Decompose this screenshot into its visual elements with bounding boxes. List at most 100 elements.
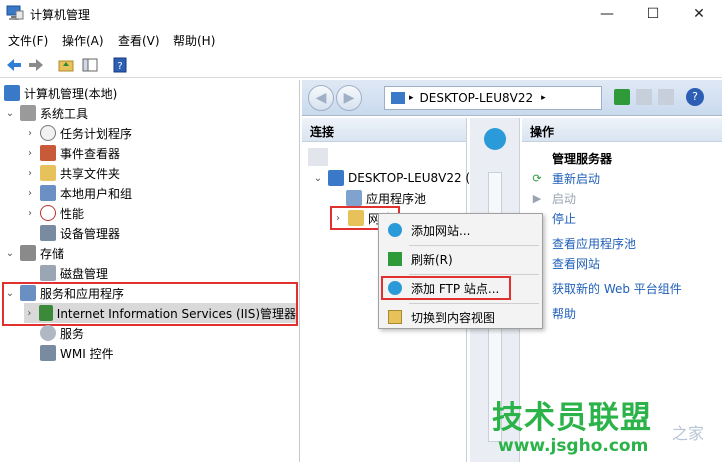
- tree-shared-folders[interactable]: › 共享文件夹: [24, 163, 120, 183]
- action-restart-label: 重新启动: [552, 172, 601, 186]
- back-arrow-icon: ◀: [315, 90, 327, 106]
- expand-down-icon: ⌄: [5, 287, 15, 299]
- clock-icon: [40, 125, 56, 141]
- expand-right-icon: ›: [28, 167, 32, 179]
- tree-root[interactable]: 计算机管理(本地): [4, 83, 117, 103]
- wmi-icon: [40, 345, 56, 361]
- tree-services[interactable]: 服务: [40, 323, 84, 343]
- watermark-url: www.jsgho.com: [498, 436, 649, 456]
- watermark-tail: 之家: [672, 424, 705, 443]
- performance-icon: [40, 205, 56, 221]
- menu-view[interactable]: 查看(V): [118, 32, 160, 49]
- menu-file[interactable]: 文件(F): [8, 32, 48, 49]
- menu-bar: 文件(F) 操作(A) 查看(V) 帮助(H): [0, 30, 722, 50]
- iis-address-box[interactable]: ▸ DESKTOP-LEU8V22 ▸: [384, 86, 602, 110]
- tree-iis-manager[interactable]: › Internet Information Services (IIS)管理器: [24, 303, 296, 323]
- tree-local-users-label: 本地用户和组: [60, 186, 133, 201]
- svg-text:?: ?: [117, 61, 122, 72]
- help-book-icon: ?: [113, 57, 127, 73]
- tree-system-tools[interactable]: ⌄ 系统工具: [4, 103, 88, 123]
- tree-services-apps[interactable]: ⌄ 服务和应用程序: [4, 283, 124, 303]
- action-stop-label: 停止: [552, 212, 577, 226]
- action-help-label: 帮助: [552, 307, 577, 321]
- iis-app-pools-label: 应用程序池: [366, 191, 427, 206]
- ctx-switch-content-view[interactable]: 切换到内容视图: [379, 305, 542, 329]
- watermark-title: 技术员联盟: [492, 400, 652, 436]
- computer-management-window: 计算机管理 — ☐ ✕ 文件(F) 操作(A) 查看(V) 帮助(H) ? 计算: [0, 0, 722, 462]
- iis-address-text: DESKTOP-LEU8V22: [419, 91, 534, 105]
- device-manager-icon: [40, 225, 56, 241]
- action-start[interactable]: ▶ 启动: [530, 190, 576, 207]
- minimize-button[interactable]: —: [584, 0, 630, 28]
- maximize-button[interactable]: ☐: [630, 0, 676, 28]
- iis-server-node[interactable]: ⌄ DESKTOP-LEU8V22 (: [312, 168, 470, 188]
- action-view-sites-label: 查看网站: [552, 257, 601, 271]
- ctx-separator: [409, 274, 539, 275]
- action-restart[interactable]: ⟳ 重新启动: [530, 170, 600, 187]
- menu-help[interactable]: 帮助(H): [173, 32, 215, 49]
- close-button[interactable]: ✕: [676, 0, 722, 28]
- tree-storage[interactable]: ⌄ 存储: [4, 243, 64, 263]
- connections-header: 连接: [302, 118, 466, 142]
- ctx-refresh[interactable]: 刷新(R): [379, 247, 542, 271]
- users-icon: [40, 185, 56, 201]
- ctx-add-ftp-site[interactable]: 添加 FTP 站点...: [379, 276, 542, 300]
- title-bar: 计算机管理 — ☐ ✕: [0, 0, 722, 28]
- expand-down-icon: ⌄: [5, 107, 15, 119]
- restart-icon: ⟳: [532, 172, 542, 185]
- expand-right-icon: ›: [28, 147, 32, 159]
- help-icon[interactable]: ?: [686, 88, 704, 106]
- ctx-add-website[interactable]: 添加网站...: [379, 218, 542, 242]
- tree-local-users[interactable]: › 本地用户和组: [24, 183, 132, 203]
- help-button[interactable]: ?: [110, 55, 130, 75]
- tree-task-scheduler[interactable]: › 任务计划程序: [24, 123, 132, 143]
- close-icon: ✕: [693, 6, 705, 22]
- iis-back-button[interactable]: ◀: [308, 85, 334, 111]
- forward-button[interactable]: [26, 55, 46, 75]
- refresh-icon: [388, 252, 402, 266]
- tree-performance[interactable]: › 性能: [24, 203, 84, 223]
- tree-wmi-control-label: WMI 控件: [60, 346, 114, 361]
- back-arrow-icon: [7, 59, 21, 71]
- server-icon: [391, 92, 405, 104]
- iis-app-pools-node[interactable]: 应用程序池: [346, 188, 426, 208]
- tree-event-viewer[interactable]: › 事件查看器: [24, 143, 120, 163]
- action-view-app-pools[interactable]: 查看应用程序池: [530, 235, 636, 252]
- action-get-web-platform-label: 获取新的 Web 平台组件: [552, 282, 682, 296]
- stop-icon[interactable]: [636, 89, 652, 105]
- action-start-label: 启动: [552, 192, 577, 206]
- app-pool-icon: [346, 190, 362, 206]
- manage-server-heading: 管理服务器: [530, 150, 612, 167]
- forward-arrow-icon: ▶: [343, 90, 355, 106]
- tree-services-apps-label: 服务和应用程序: [40, 286, 125, 301]
- globe-icon: [484, 128, 506, 150]
- tree-iis-manager-label: Internet Information Services (IIS)管理器: [56, 306, 296, 321]
- tree-wmi-control[interactable]: WMI 控件: [40, 343, 114, 363]
- tree-task-scheduler-label: 任务计划程序: [60, 126, 133, 141]
- iis-icon: [38, 305, 53, 321]
- home-icon[interactable]: [658, 89, 674, 105]
- breadcrumb-sep-icon: ▸: [541, 93, 546, 103]
- computer-icon: [4, 85, 20, 101]
- toolbar: ?: [0, 52, 722, 78]
- action-view-app-pools-label: 查看应用程序池: [552, 237, 637, 251]
- folder-up-icon: [58, 60, 74, 72]
- expand-down-icon: ⌄: [5, 247, 15, 259]
- up-folder-button[interactable]: [56, 55, 76, 75]
- iis-forward-button[interactable]: ▶: [336, 85, 362, 111]
- refresh-icon[interactable]: [614, 89, 630, 105]
- menu-action[interactable]: 操作(A): [62, 32, 104, 49]
- start-icon: ▶: [532, 192, 542, 205]
- ctx-switch-content-view-label: 切换到内容视图: [411, 310, 496, 325]
- back-button[interactable]: [4, 55, 24, 75]
- ctx-refresh-label: 刷新(R): [411, 252, 453, 267]
- tree-disk-management[interactable]: 磁盘管理: [40, 263, 108, 283]
- action-get-web-platform[interactable]: 获取新的 Web 平台组件: [530, 280, 682, 297]
- forward-arrow-icon: [29, 59, 43, 71]
- tree-device-manager[interactable]: 设备管理器: [40, 223, 120, 243]
- console-tree: 计算机管理(本地) ⌄ 系统工具 › 任务计划程序 › 事件查看器 › 共享文件…: [0, 80, 300, 462]
- connect-toolbar-icon[interactable]: [308, 148, 328, 166]
- tools-icon: [20, 105, 36, 121]
- show-hide-tree-button[interactable]: [80, 55, 100, 75]
- maximize-icon: ☐: [646, 6, 660, 22]
